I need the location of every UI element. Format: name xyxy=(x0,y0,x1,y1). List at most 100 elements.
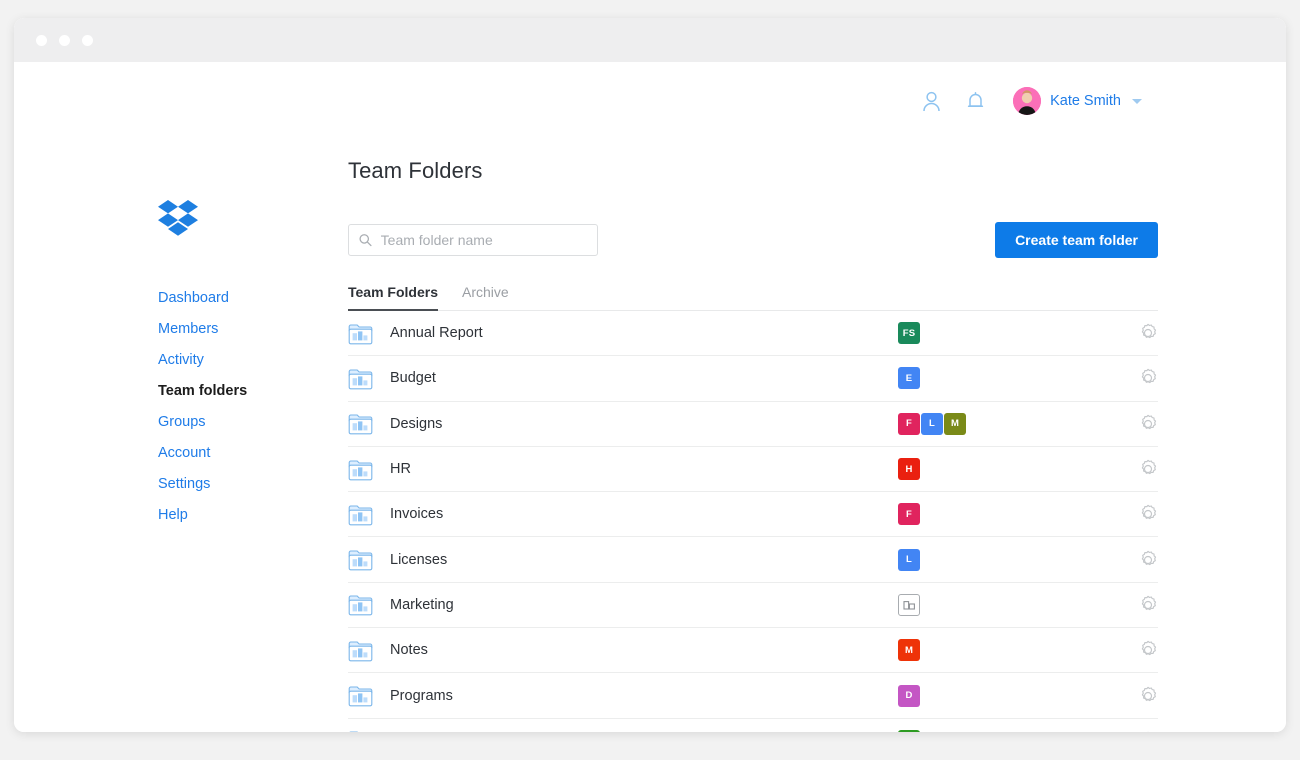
folder-name: Notes xyxy=(390,642,898,658)
member-badge[interactable]: FS xyxy=(898,322,920,344)
sidebar: Dashboard Members Activity Team folders … xyxy=(158,200,333,531)
folder-icon xyxy=(348,729,390,732)
sidebar-item-activity[interactable]: Activity xyxy=(158,345,333,376)
folder-name: Designs xyxy=(390,416,898,432)
folder-icon xyxy=(348,503,390,526)
member-badges: D xyxy=(898,685,1118,707)
row-settings-button[interactable] xyxy=(1118,640,1158,660)
search-input[interactable] xyxy=(381,232,587,248)
folder-icon xyxy=(348,593,390,616)
page-title: Team Folders xyxy=(348,158,1158,184)
folder-name: Marketing xyxy=(390,597,898,613)
row-settings-button[interactable] xyxy=(1118,731,1158,732)
gear-icon xyxy=(1138,368,1158,388)
gear-icon xyxy=(1138,459,1158,479)
sidebar-item-team-folders[interactable]: Team folders xyxy=(158,376,333,407)
folder-name: Programs xyxy=(390,688,898,704)
team-folder-icon xyxy=(348,503,373,526)
building-icon xyxy=(903,599,916,611)
folder-icon xyxy=(348,322,390,345)
gear-icon xyxy=(1138,595,1158,615)
gear-icon xyxy=(1138,323,1158,343)
gear-icon xyxy=(1138,731,1158,732)
sidebar-item-help[interactable]: Help xyxy=(158,500,333,531)
team-folder-icon xyxy=(348,548,373,571)
window-minimize-dot[interactable] xyxy=(59,35,70,46)
folder-name: HR xyxy=(390,461,898,477)
table-row[interactable]: DesignsFLM xyxy=(348,402,1158,447)
search-box[interactable] xyxy=(348,224,598,256)
dropbox-logo-icon xyxy=(158,200,198,238)
sidebar-item-groups[interactable]: Groups xyxy=(158,407,333,438)
row-settings-button[interactable] xyxy=(1118,459,1158,479)
gear-icon xyxy=(1138,414,1158,434)
team-folder-icon xyxy=(348,639,373,662)
table-row[interactable]: NotesM xyxy=(348,628,1158,673)
sidebar-item-settings[interactable]: Settings xyxy=(158,469,333,500)
dropbox-logo[interactable] xyxy=(158,200,333,243)
gear-icon xyxy=(1138,504,1158,524)
tab-team-folders[interactable]: Team Folders xyxy=(348,284,438,311)
member-badge[interactable]: L xyxy=(898,549,920,571)
browser-window: Kate Smith Dashboard Members A xyxy=(14,18,1286,732)
row-settings-button[interactable] xyxy=(1118,550,1158,570)
group-badge-icon[interactable] xyxy=(898,594,920,616)
member-badges xyxy=(898,594,1118,616)
tab-archive[interactable]: Archive xyxy=(462,284,509,311)
member-badge[interactable]: L xyxy=(921,413,943,435)
row-settings-button[interactable] xyxy=(1118,504,1158,524)
team-folder-icon xyxy=(348,684,373,707)
sidebar-item-dashboard[interactable]: Dashboard xyxy=(158,283,333,314)
team-folder-icon xyxy=(348,593,373,616)
main-content: Team Folders Create team folder Team Fol… xyxy=(348,62,1158,732)
gear-icon xyxy=(1138,640,1158,660)
row-settings-button[interactable] xyxy=(1118,595,1158,615)
table-row[interactable]: HRH xyxy=(348,447,1158,492)
team-folder-icon xyxy=(348,458,373,481)
folder-name: Budget xyxy=(390,370,898,386)
member-badges: M xyxy=(898,639,1118,661)
gear-icon xyxy=(1138,550,1158,570)
member-badge[interactable]: F xyxy=(898,413,920,435)
window-close-dot[interactable] xyxy=(36,35,47,46)
table-row[interactable]: SalesS xyxy=(348,719,1158,732)
member-badges: L xyxy=(898,549,1118,571)
member-badge[interactable]: D xyxy=(898,685,920,707)
sidebar-item-account[interactable]: Account xyxy=(158,438,333,469)
member-badges: FS xyxy=(898,322,1118,344)
table-row[interactable]: ProgramsD xyxy=(348,673,1158,718)
table-row[interactable]: InvoicesF xyxy=(348,492,1158,537)
gear-icon xyxy=(1138,686,1158,706)
app-body: Kate Smith Dashboard Members A xyxy=(14,62,1286,732)
toolbar: Create team folder xyxy=(348,222,1158,258)
row-settings-button[interactable] xyxy=(1118,368,1158,388)
member-badges: FLM xyxy=(898,413,1118,435)
row-settings-button[interactable] xyxy=(1118,414,1158,434)
row-settings-button[interactable] xyxy=(1118,686,1158,706)
folder-icon xyxy=(348,548,390,571)
member-badge[interactable]: M xyxy=(898,639,920,661)
member-badge[interactable]: M xyxy=(944,413,966,435)
table-row[interactable]: Marketing xyxy=(348,583,1158,628)
window-maximize-dot[interactable] xyxy=(82,35,93,46)
folder-name: Invoices xyxy=(390,506,898,522)
table-row[interactable]: Annual ReportFS xyxy=(348,311,1158,356)
member-badge[interactable]: H xyxy=(898,458,920,480)
member-badge[interactable]: F xyxy=(898,503,920,525)
folder-icon xyxy=(348,367,390,390)
create-team-folder-button[interactable]: Create team folder xyxy=(995,222,1158,258)
folder-icon xyxy=(348,639,390,662)
window-titlebar xyxy=(14,18,1286,62)
table-row[interactable]: LicensesL xyxy=(348,537,1158,582)
row-settings-button[interactable] xyxy=(1118,323,1158,343)
sidebar-item-members[interactable]: Members xyxy=(158,314,333,345)
member-badge[interactable]: S xyxy=(898,730,920,732)
tabs: Team Folders Archive xyxy=(348,284,1158,311)
team-folder-icon xyxy=(348,367,373,390)
folder-icon xyxy=(348,458,390,481)
folder-icon xyxy=(348,684,390,707)
member-badges: F xyxy=(898,503,1118,525)
folder-name: Licenses xyxy=(390,552,898,568)
table-row[interactable]: BudgetE xyxy=(348,356,1158,401)
member-badge[interactable]: E xyxy=(898,367,920,389)
